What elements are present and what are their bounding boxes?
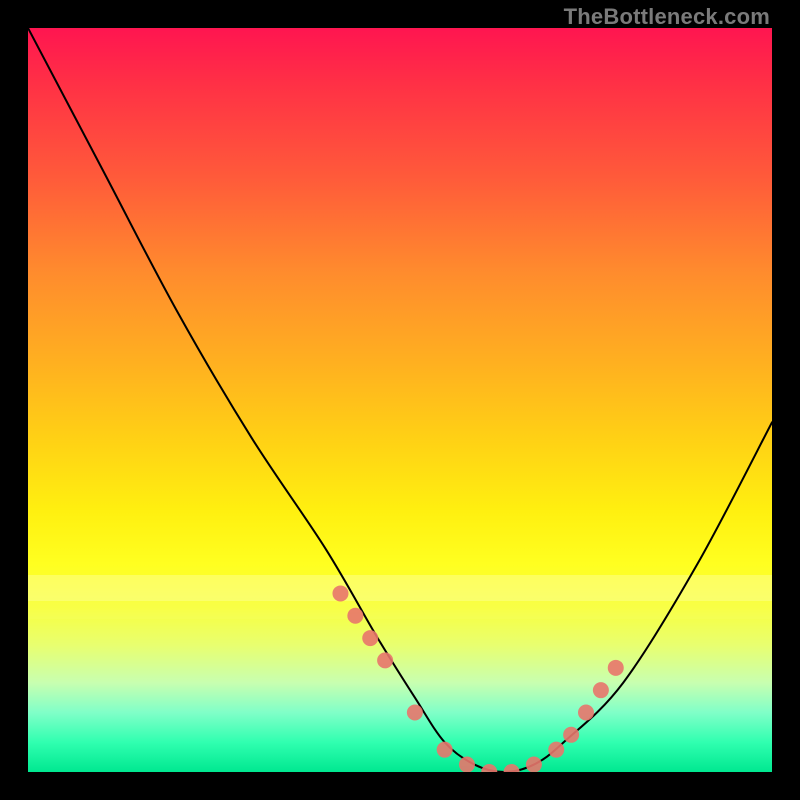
bottleneck-curve <box>28 28 772 772</box>
highlight-dots <box>332 585 623 772</box>
plot-area <box>28 28 772 772</box>
chart-frame: TheBottleneck.com <box>0 0 800 800</box>
watermark-text: TheBottleneck.com <box>564 4 770 30</box>
curve-layer <box>28 28 772 772</box>
